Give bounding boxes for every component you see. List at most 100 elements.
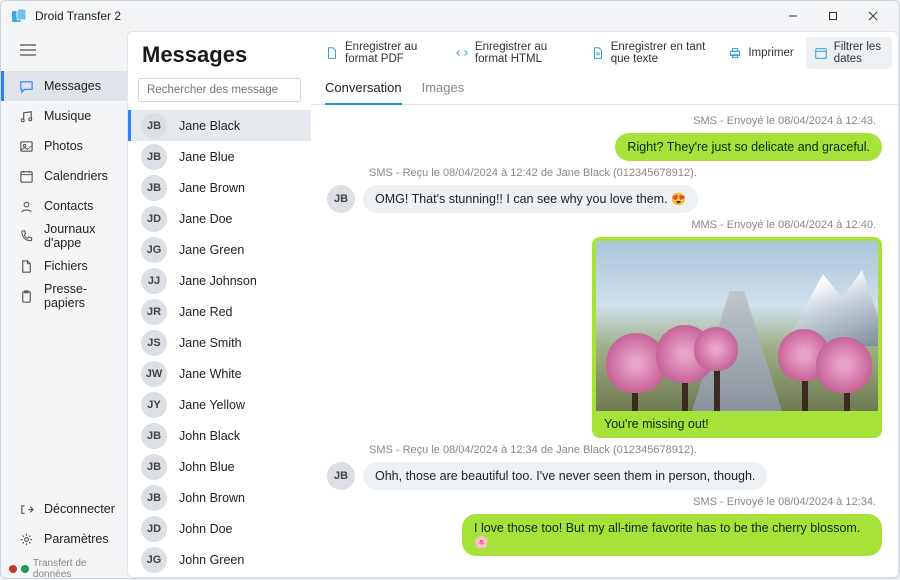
tabs: Conversation Images [311, 74, 898, 105]
status-dot-green [21, 565, 29, 573]
contacts-icon [18, 198, 34, 214]
avatar: JB [141, 485, 167, 511]
clipboard-icon [18, 288, 34, 304]
mms-image-cherry-blossom [596, 241, 878, 411]
contact-item[interactable]: JYJane Yellow [128, 389, 311, 420]
window-maximize[interactable] [813, 2, 853, 30]
contact-item[interactable]: JGJane Green [128, 234, 311, 265]
contact-item[interactable]: JDJane Doe [128, 203, 311, 234]
avatar: JJ [141, 268, 167, 294]
message-bubble-outgoing: I love those too! But my all-time favori… [462, 514, 882, 556]
message-meta: SMS - Envoyé le 08/04/2024 à 12:43. [327, 115, 882, 127]
avatar: JB [327, 462, 355, 490]
window-minimize[interactable] [773, 2, 813, 30]
sidebar-item-messages[interactable]: Messages [1, 71, 127, 101]
message-bubble-outgoing: Right? They're just so delicate and grac… [615, 133, 882, 161]
avatar: JS [141, 330, 167, 356]
sidebar-item-label: Journaux d'appe [44, 222, 127, 250]
hamburger-menu[interactable] [13, 37, 43, 63]
filter-dates-button[interactable]: Filtrer les dates [806, 37, 892, 69]
contact-name: Jane Smith [179, 336, 242, 350]
export-text-button[interactable]: Enregistrer en tant que texte [583, 37, 717, 69]
sidebar-item-label: Calendriers [44, 169, 108, 183]
contact-name: Jane Brown [179, 181, 245, 195]
toolbar: Enregistrer au format PDF Enregistrer au… [311, 32, 898, 74]
message-row: JB Ohh, those are beautiful too. I've ne… [327, 462, 882, 490]
gear-icon [18, 531, 34, 547]
statusbar: Transfert de données [1, 560, 127, 578]
sidebar-item-calendars[interactable]: Calendriers [1, 161, 127, 191]
conversation-view[interactable]: SMS - Envoyé le 08/04/2024 à 12:43. Righ… [311, 105, 898, 577]
printer-icon [728, 46, 742, 60]
sidebar-settings[interactable]: Paramètres [1, 524, 127, 554]
contact-item[interactable]: JGJohn Green [128, 544, 311, 575]
message-row: Right? They're just so delicate and grac… [327, 133, 882, 161]
filter-icon [814, 46, 828, 60]
contact-item[interactable]: JB Jane Brown [128, 172, 311, 203]
contact-name: John Brown [179, 491, 245, 505]
avatar: JG [141, 237, 167, 263]
sidebar-item-contacts[interactable]: Contacts [1, 191, 127, 221]
heart-eyes-emoji: 😍 [671, 192, 686, 206]
contact-name: John Blue [179, 460, 235, 474]
tab-conversation[interactable]: Conversation [325, 74, 402, 105]
main-panel: Enregistrer au format PDF Enregistrer au… [311, 31, 899, 578]
contact-name: John Black [179, 429, 240, 443]
contact-item[interactable]: JB John Brown [128, 482, 311, 513]
file-icon [18, 258, 34, 274]
contact-item[interactable]: JBJane Black [128, 110, 311, 141]
cherry-blossom-emoji: 🌸 [474, 535, 489, 549]
print-button[interactable]: Imprimer [720, 42, 801, 64]
status-text: Transfert de données [33, 558, 127, 580]
message-meta: SMS - Envoyé le 08/04/2024 à 12:34. [327, 496, 882, 508]
titlebar: Droid Transfer 2 [1, 1, 899, 31]
tab-images[interactable]: Images [422, 74, 465, 104]
sidebar-disconnect[interactable]: Déconnecter [1, 494, 127, 524]
sidebar-item-music[interactable]: Musique [1, 101, 127, 131]
avatar: JR [141, 299, 167, 325]
avatar: JY [141, 392, 167, 418]
contact-item[interactable]: JBJohn Black [128, 420, 311, 451]
sidebar-item-label: Presse-papiers [44, 282, 127, 310]
message-row: JB OMG! That's stunning!! I can see why … [327, 185, 882, 213]
text-icon [591, 46, 605, 60]
contact-item[interactable]: JD John Doe [128, 513, 311, 544]
export-html-button[interactable]: Enregistrer au format HTML [447, 37, 579, 69]
mms-caption: You're missing out! [596, 411, 878, 434]
sidebar-item-files[interactable]: Fichiers [1, 251, 127, 281]
avatar: JB [141, 144, 167, 170]
contact-item[interactable]: JB Jane Blue [128, 141, 311, 172]
message-meta: SMS - Reçu le 08/04/2024 à 12:42 de Jane… [369, 167, 882, 179]
contact-item[interactable]: JW Jane White [128, 358, 311, 389]
sidebar-item-label: Fichiers [44, 259, 88, 273]
contact-list[interactable]: JBJane BlackJBJane BlueJBJane BrownJDJan… [128, 110, 311, 577]
contact-name: Jane White [179, 367, 242, 381]
sidebar-item-photos[interactable]: Photos [1, 131, 127, 161]
message-meta: SMS - Reçu le 08/04/2024 à 12:34 de Jane… [369, 444, 882, 456]
sidebar-item-label: Musique [44, 109, 91, 123]
sidebar-item-label: Messages [44, 79, 101, 93]
avatar: JD [141, 516, 167, 542]
contact-item[interactable]: JJJane Johnson [128, 265, 311, 296]
export-pdf-button[interactable]: Enregistrer au format PDF [317, 37, 443, 69]
message-bubble-incoming: OMG! That's stunning!! I can see why you… [363, 185, 698, 213]
avatar: JG [141, 547, 167, 573]
messages-icon [18, 78, 34, 94]
sidebar-item-clipboard[interactable]: Presse-papiers [1, 281, 127, 311]
contact-item[interactable]: JBJohn Blue [128, 451, 311, 482]
calendar-icon [18, 168, 34, 184]
status-dot-red [9, 565, 17, 573]
sidebar-item-calllog[interactable]: Journaux d'appe [1, 221, 127, 251]
window-close[interactable] [853, 2, 893, 30]
search-input[interactable] [138, 78, 301, 102]
contact-name: Jane Red [179, 305, 233, 319]
sidebar: Messages Musique Photos Calendriers Cont… [1, 31, 127, 578]
pdf-icon [325, 46, 339, 60]
contact-name: Jane Blue [179, 150, 235, 164]
avatar: JW [141, 361, 167, 387]
contact-item[interactable]: JR Jane Red [128, 296, 311, 327]
contact-item[interactable]: JS Jane Smith [128, 327, 311, 358]
search-container [138, 78, 301, 102]
contact-name: John Doe [179, 522, 233, 536]
avatar: JB [141, 175, 167, 201]
